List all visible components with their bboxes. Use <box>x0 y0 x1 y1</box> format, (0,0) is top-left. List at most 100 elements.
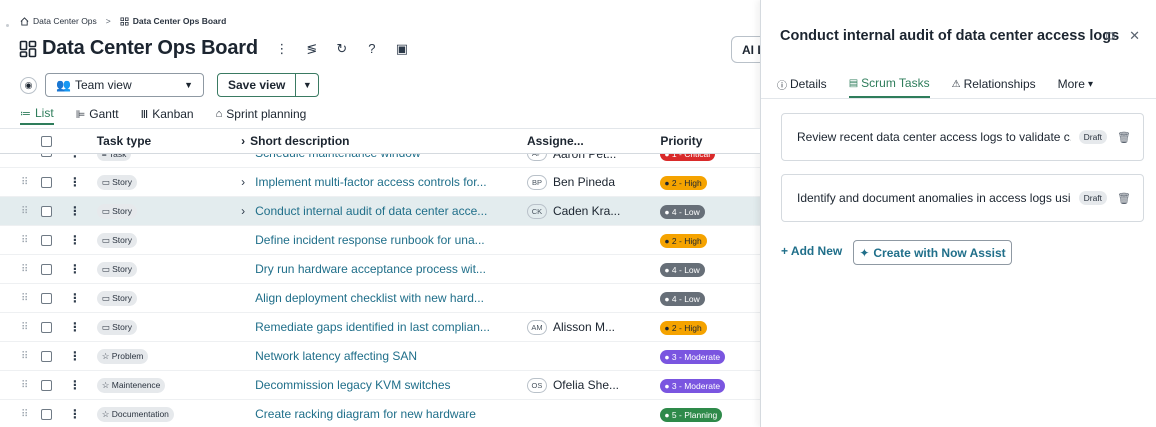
short-description-link[interactable]: Dry run hardware acceptance process wit.… <box>255 262 486 276</box>
avatar: OS <box>526 377 547 393</box>
drag-handle-icon[interactable]: ⠿ <box>0 235 34 246</box>
table-row[interactable]: ⠿ ⋮ ☆ Problem Network latency affecting SAN… <box>0 342 760 371</box>
row-menu-icon[interactable]: ⋮ <box>60 262 97 276</box>
save-view-button[interactable]: Save view <box>218 74 297 96</box>
row-menu-icon[interactable]: ⋮ <box>60 154 97 160</box>
short-description-link[interactable]: Conduct internal audit of data center ac… <box>255 204 487 218</box>
drag-handle-icon[interactable]: ⠿ <box>0 154 34 157</box>
task-type-label: Documentation <box>111 409 169 419</box>
row-checkbox[interactable] <box>41 379 53 391</box>
task-type-icon: ▭ <box>101 177 110 187</box>
add-new-button[interactable]: + Add New <box>781 244 842 258</box>
assignee-name[interactable]: Caden Kra... <box>553 204 620 218</box>
help-icon[interactable]: ? <box>364 41 380 57</box>
expand-row-icon[interactable]: › <box>241 175 255 189</box>
drag-handle-icon[interactable]: ⠿ <box>0 177 34 188</box>
panel-tab-more[interactable]: More ▾ <box>1058 76 1093 98</box>
short-description-link[interactable]: Align deployment checklist with new hard… <box>255 291 484 305</box>
short-description-link[interactable]: Implement multi-factor access controls f… <box>255 175 486 189</box>
filter-settings-icon[interactable]: ≶ <box>304 41 320 57</box>
header-task-type[interactable]: Task type <box>97 134 241 148</box>
breadcrumb: Data Center Ops > Data Center Ops Board <box>20 16 226 26</box>
drag-handle-icon[interactable]: ⠿ <box>0 380 34 391</box>
select-all-checkbox[interactable] <box>41 135 53 147</box>
row-menu-icon[interactable]: ⋮ <box>60 233 97 247</box>
scrum-task-text[interactable]: Identify and document anomalies in acces… <box>797 191 1071 205</box>
open-external-icon[interactable]: ⧉ <box>1106 28 1115 44</box>
drag-handle-icon[interactable]: ⠿ <box>0 206 34 217</box>
panel-tab-details[interactable]: ⓘ Details <box>777 76 827 98</box>
tab-sprint-planning[interactable]: ⌂ Sprint planning <box>216 106 307 125</box>
tab-gantt[interactable]: ⊫ Gantt <box>76 106 119 125</box>
panel-tab-scrum-tasks[interactable]: ▤ Scrum Tasks <box>848 76 930 98</box>
close-icon[interactable]: ✕ <box>1129 28 1140 44</box>
row-menu-icon[interactable]: ⋮ <box>60 291 97 305</box>
row-menu-icon[interactable]: ⋮ <box>60 175 97 189</box>
refresh-icon[interactable]: ↻ <box>334 41 350 57</box>
panel-tab-relationships[interactable]: ⚠ Relationships <box>952 76 1036 98</box>
tab-kanban[interactable]: Ⅲ Kanban <box>141 106 194 125</box>
avatar: CK <box>526 203 547 219</box>
more-options-icon[interactable]: ⋮ <box>274 41 290 57</box>
breadcrumb-current[interactable]: Data Center Ops Board <box>133 16 227 26</box>
trash-icon[interactable]: 🗑 <box>1117 192 1131 205</box>
ai-button[interactable]: AI L <box>731 36 760 63</box>
row-checkbox[interactable] <box>41 350 53 362</box>
table-row[interactable]: ⠿ ⋮ ▭ Story Align deployment checklist with… <box>0 284 760 313</box>
header-short-description[interactable]: › Short description <box>241 134 527 148</box>
row-checkbox[interactable] <box>41 234 53 246</box>
short-description-link[interactable]: Schedule maintenance window <box>255 154 420 160</box>
save-view-dropdown-icon[interactable]: ▼ <box>296 74 318 96</box>
scrum-task-card[interactable]: Identify and document anomalies in acces… <box>781 174 1144 222</box>
assignee-name[interactable]: Aaron Pet... <box>553 154 616 161</box>
row-menu-icon[interactable]: ⋮ <box>60 349 97 363</box>
row-checkbox[interactable] <box>41 205 53 217</box>
team-view-select[interactable]: 👥 Team view ▼ <box>45 73 204 97</box>
scrum-task-text[interactable]: Review recent data center access logs to… <box>797 130 1071 144</box>
short-description-link[interactable]: Create racking diagram for new hardware <box>255 407 476 421</box>
drag-handle-icon[interactable]: ⠿ <box>0 264 34 275</box>
trash-icon[interactable]: 🗑 <box>1117 131 1131 144</box>
row-menu-icon[interactable]: ⋮ <box>60 407 97 421</box>
short-description-link[interactable]: Remediate gaps identified in last compli… <box>255 320 490 334</box>
table-row[interactable]: ⠿ ⋮ ☆ Documentation Create racking diagram … <box>0 400 760 427</box>
table-row[interactable]: ⠿ ⋮ ▭ Story › Implement multi-factor access … <box>0 168 760 197</box>
table-row[interactable]: ⠿ ⋮ ☆ Maintenence Decommission legacy KVM s… <box>0 371 760 400</box>
row-checkbox[interactable] <box>41 321 53 333</box>
table-row[interactable]: ⠿ ⋮ ▭ Story Remediate gaps identified in la… <box>0 313 760 342</box>
short-description-link[interactable]: Network latency affecting SAN <box>255 349 417 363</box>
assignee-name[interactable]: Alisson M... <box>553 320 615 334</box>
row-checkbox[interactable] <box>41 408 53 420</box>
image-icon[interactable]: ▣ <box>394 41 410 57</box>
drag-handle-icon[interactable]: ⠿ <box>0 293 34 304</box>
table-row[interactable]: ⠿ ⋮ ▭ Story Define incident response runboo… <box>0 226 760 255</box>
header-priority[interactable]: Priority <box>660 134 760 148</box>
scrum-task-card[interactable]: Review recent data center access logs to… <box>781 113 1144 161</box>
title-row: Data Center Ops Board ⋮ ≶ ↻ ? ▣ <box>19 37 410 60</box>
create-with-now-assist-button[interactable]: ✦ Create with Now Assist <box>853 240 1012 265</box>
row-checkbox[interactable] <box>41 263 53 275</box>
drag-handle-icon[interactable]: ⠿ <box>0 351 34 362</box>
drag-handle-icon[interactable]: ⠿ <box>0 322 34 333</box>
table-row[interactable]: ⠿⋮≡ TaskSchedule maintenance windowAPAar… <box>0 154 760 168</box>
breadcrumb-parent[interactable]: Data Center Ops <box>33 16 97 26</box>
board-icon <box>19 40 37 57</box>
row-menu-icon[interactable]: ⋮ <box>60 320 97 334</box>
expand-row-icon[interactable]: › <box>241 204 255 218</box>
drag-handle-icon[interactable]: ⠿ <box>0 409 34 420</box>
row-checkbox[interactable] <box>41 154 53 157</box>
short-description-link[interactable]: Define incident response runbook for una… <box>255 233 484 247</box>
tab-list[interactable]: ≔ List <box>20 106 54 125</box>
header-assignee[interactable]: Assigne... <box>527 134 660 148</box>
assignee-name[interactable]: Ofelia She... <box>553 378 619 392</box>
row-menu-icon[interactable]: ⋮ <box>60 378 97 392</box>
short-description-link[interactable]: Decommission legacy KVM switches <box>255 378 450 392</box>
row-checkbox[interactable] <box>41 292 53 304</box>
table-row[interactable]: ⠿ ⋮ ▭ Story Dry run hardware acceptance pro… <box>0 255 760 284</box>
assignee-name[interactable]: Ben Pineda <box>553 175 615 189</box>
row-checkbox[interactable] <box>41 176 53 188</box>
task-type-icon: ☆ <box>101 409 110 419</box>
binoculars-icon[interactable]: ◉ <box>20 76 37 94</box>
row-menu-icon[interactable]: ⋮ <box>60 204 97 218</box>
table-row[interactable]: ⠿ ⋮ ▭ Story › Conduct internal audit of data… <box>0 197 760 226</box>
